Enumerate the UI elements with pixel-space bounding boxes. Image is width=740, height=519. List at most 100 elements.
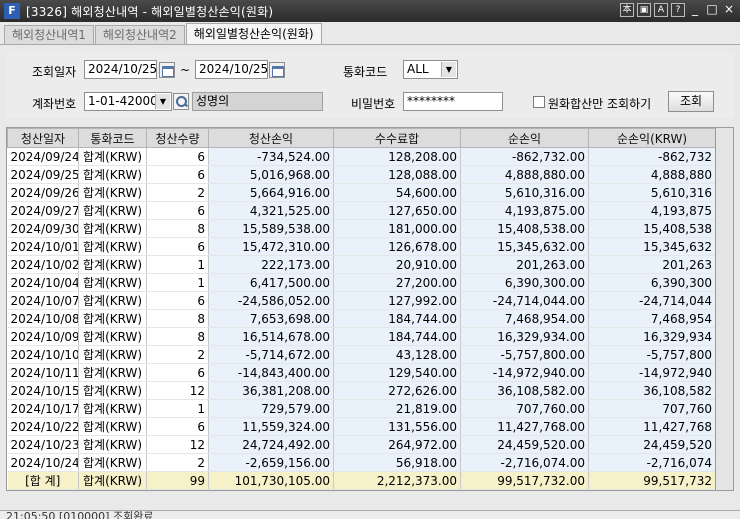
- cell-currency: 합계(KRW): [78, 219, 147, 238]
- table-row[interactable]: 2024/10/07 합계(KRW) 6 -24,586,052.00 127,992.…: [7, 291, 715, 310]
- cell-clear-date: 2024/10/02: [7, 255, 79, 274]
- status-bar: 21:05:50 [010000] 조회완료: [0, 510, 740, 519]
- cell-net-pnl-krw: -14,972,940: [588, 363, 715, 382]
- col-fees[interactable]: 수수료합: [333, 128, 461, 148]
- cell-clear-pnl: 15,589,538.00: [208, 219, 334, 238]
- col-clear-pnl[interactable]: 청산손익: [208, 128, 334, 148]
- table-row[interactable]: 2024/10/10 합계(KRW) 2 -5,714,672.00 43,128.00…: [7, 345, 715, 364]
- table-row[interactable]: 2024/10/01 합계(KRW) 6 15,472,310.00 126,678.0…: [7, 237, 715, 256]
- table-row[interactable]: 2024/10/02 합계(KRW) 1 222,173.00 20,910.00 201…: [7, 255, 715, 274]
- cell-fees: 264,972.00: [333, 435, 461, 454]
- screen-button[interactable]: ▣: [637, 3, 651, 17]
- cell-net-pnl: 15,408,538.00: [460, 219, 589, 238]
- account-label: 계좌번호: [32, 97, 77, 111]
- tab-overseas-clearing-1[interactable]: 해외청산내역1: [4, 25, 94, 45]
- cell-quantity: 6: [146, 201, 209, 220]
- cell-fees: 20,910.00: [333, 255, 461, 274]
- cell-quantity: 8: [146, 309, 209, 328]
- cell-net-pnl: 24,459,520.00: [460, 435, 589, 454]
- table-row[interactable]: 2024/10/22 합계(KRW) 6 11,559,324.00 131,556.0…: [7, 417, 715, 436]
- cell-net-pnl: 5,610,316.00: [460, 183, 589, 202]
- krw-only-checkbox[interactable]: [533, 96, 545, 108]
- cell-currency: 합계(KRW): [78, 237, 147, 256]
- cell-clear-pnl: 5,016,968.00: [208, 165, 334, 184]
- table-row[interactable]: 2024/10/09 합계(KRW) 8 16,514,678.00 184,744.0…: [7, 327, 715, 346]
- cell-net-pnl: -14,972,940.00: [460, 363, 589, 382]
- search-icon[interactable]: [173, 93, 189, 110]
- tab-daily-pnl-krw[interactable]: 해외일별청산손익(원화): [185, 23, 322, 45]
- close-button[interactable]: ×: [722, 3, 736, 17]
- col-net-pnl-krw[interactable]: 순손익(KRW): [588, 128, 715, 148]
- chevron-down-icon[interactable]: ▼: [441, 62, 456, 77]
- table-row[interactable]: 2024/09/26 합계(KRW) 2 5,664,916.00 54,600.00 5…: [7, 183, 715, 202]
- font-button[interactable]: A: [654, 3, 668, 17]
- cell-fees: 21,819.00: [333, 399, 461, 418]
- cell-clear-date: 2024/09/26: [7, 183, 79, 202]
- cell-fees: 54,600.00: [333, 183, 461, 202]
- tab-bar: 해외청산내역1 해외청산내역2 해외일별청산손익(원화): [4, 23, 323, 45]
- cell-quantity: 1: [146, 255, 209, 274]
- tab-overseas-clearing-2[interactable]: 해외청산내역2: [94, 25, 185, 45]
- password-field[interactable]: ********: [403, 92, 503, 111]
- currency-value: ALL: [407, 62, 429, 76]
- cell-net-pnl: 4,193,875.00: [460, 201, 589, 220]
- cell-currency: 합계(KRW): [78, 327, 147, 346]
- table-row[interactable]: 2024/09/25 합계(KRW) 6 5,016,968.00 128,088.00…: [7, 165, 715, 184]
- table-row[interactable]: 2024/10/15 합계(KRW) 12 36,381,208.00 272,626.…: [7, 381, 715, 400]
- cell-currency: 합계(KRW): [78, 345, 147, 364]
- cell-fees: 43,128.00: [333, 345, 461, 364]
- cell-fees: 131,556.00: [333, 417, 461, 436]
- maximize-button[interactable]: □: [705, 3, 719, 17]
- total-cell-fees: 2,212,373.00: [333, 471, 461, 490]
- table-row[interactable]: 2024/09/24 합계(KRW) 6 -734,524.00 128,208.00-…: [7, 147, 715, 166]
- calendar-from-icon[interactable]: [159, 62, 175, 78]
- date-from-input[interactable]: 2024/10/25: [84, 60, 157, 79]
- total-row: [합 계] 합계(KRW) 99 101,730,105.00 2,212,373.00…: [7, 471, 715, 490]
- table-row[interactable]: 2024/10/11 합계(KRW) 6 -14,843,400.00 129,540.…: [7, 363, 715, 382]
- cell-clear-pnl: 6,417,500.00: [208, 273, 334, 292]
- pin-button[interactable]: 本: [620, 3, 634, 17]
- cell-fees: 272,626.00: [333, 381, 461, 400]
- table-row[interactable]: 2024/10/08 합계(KRW) 8 7,653,698.00 184,744.00…: [7, 309, 715, 328]
- help-button[interactable]: ?: [671, 3, 685, 17]
- col-quantity[interactable]: 청산수량: [146, 128, 209, 148]
- col-net-pnl[interactable]: 순손익: [460, 128, 589, 148]
- cell-clear-date: 2024/10/08: [7, 309, 79, 328]
- grid-scrollbar[interactable]: [716, 127, 734, 491]
- cell-quantity: 6: [146, 363, 209, 382]
- date-to-input[interactable]: 2024/10/25: [195, 60, 268, 79]
- table-row[interactable]: 2024/09/30 합계(KRW) 8 15,589,538.00 181,000.0…: [7, 219, 715, 238]
- cell-currency: 합계(KRW): [78, 255, 147, 274]
- table-row[interactable]: 2024/10/24 합계(KRW) 2 -2,659,156.00 56,918.00…: [7, 453, 715, 472]
- account-select[interactable]: 1-01-42000 ▼: [84, 92, 172, 111]
- search-button[interactable]: 조회: [668, 91, 714, 112]
- cell-clear-pnl: -14,843,400.00: [208, 363, 334, 382]
- total-cell-net-pnl: 99,517,732.00: [460, 471, 589, 490]
- table-row[interactable]: 2024/10/23 합계(KRW) 12 24,724,492.00 264,972.…: [7, 435, 715, 454]
- cell-currency: 합계(KRW): [78, 165, 147, 184]
- table-row[interactable]: 2024/09/27 합계(KRW) 6 4,321,525.00 127,650.00…: [7, 201, 715, 220]
- cell-quantity: 6: [146, 417, 209, 436]
- cell-clear-date: 2024/09/25: [7, 165, 79, 184]
- currency-select[interactable]: ALL ▼: [403, 60, 458, 79]
- cell-currency: 합계(KRW): [78, 273, 147, 292]
- table-row[interactable]: 2024/10/04 합계(KRW) 1 6,417,500.00 27,200.00 6…: [7, 273, 715, 292]
- cell-clear-date: 2024/10/04: [7, 273, 79, 292]
- cell-clear-date: 2024/10/23: [7, 435, 79, 454]
- table-row[interactable]: 2024/10/17 합계(KRW) 1 729,579.00 21,819.00 707…: [7, 399, 715, 418]
- cell-clear-date: 2024/09/27: [7, 201, 79, 220]
- minimize-button[interactable]: _: [688, 3, 702, 17]
- cell-net-pnl: 15,345,632.00: [460, 237, 589, 256]
- query-panel: 조회일자 2024/10/25 ~ 2024/10/25 통화코드 ALL ▼ …: [6, 52, 734, 118]
- col-currency[interactable]: 통화코드: [78, 128, 147, 148]
- calendar-to-icon[interactable]: [269, 62, 285, 78]
- cell-net-pnl-krw: 6,390,300: [588, 273, 715, 292]
- cell-net-pnl-krw: -862,732: [588, 147, 715, 166]
- cell-currency: 합계(KRW): [78, 435, 147, 454]
- cell-net-pnl: 16,329,934.00: [460, 327, 589, 346]
- col-clear-date[interactable]: 청산일자: [7, 128, 79, 148]
- title-bar: F [3326] 해외청산내역 - 해외일별청산손익(원화) 本 ▣ A ? _…: [0, 0, 740, 22]
- window-controls: 本 ▣ A ? _ □ ×: [620, 3, 736, 17]
- cell-net-pnl-krw: -5,757,800: [588, 345, 715, 364]
- chevron-down-icon[interactable]: ▼: [155, 94, 170, 109]
